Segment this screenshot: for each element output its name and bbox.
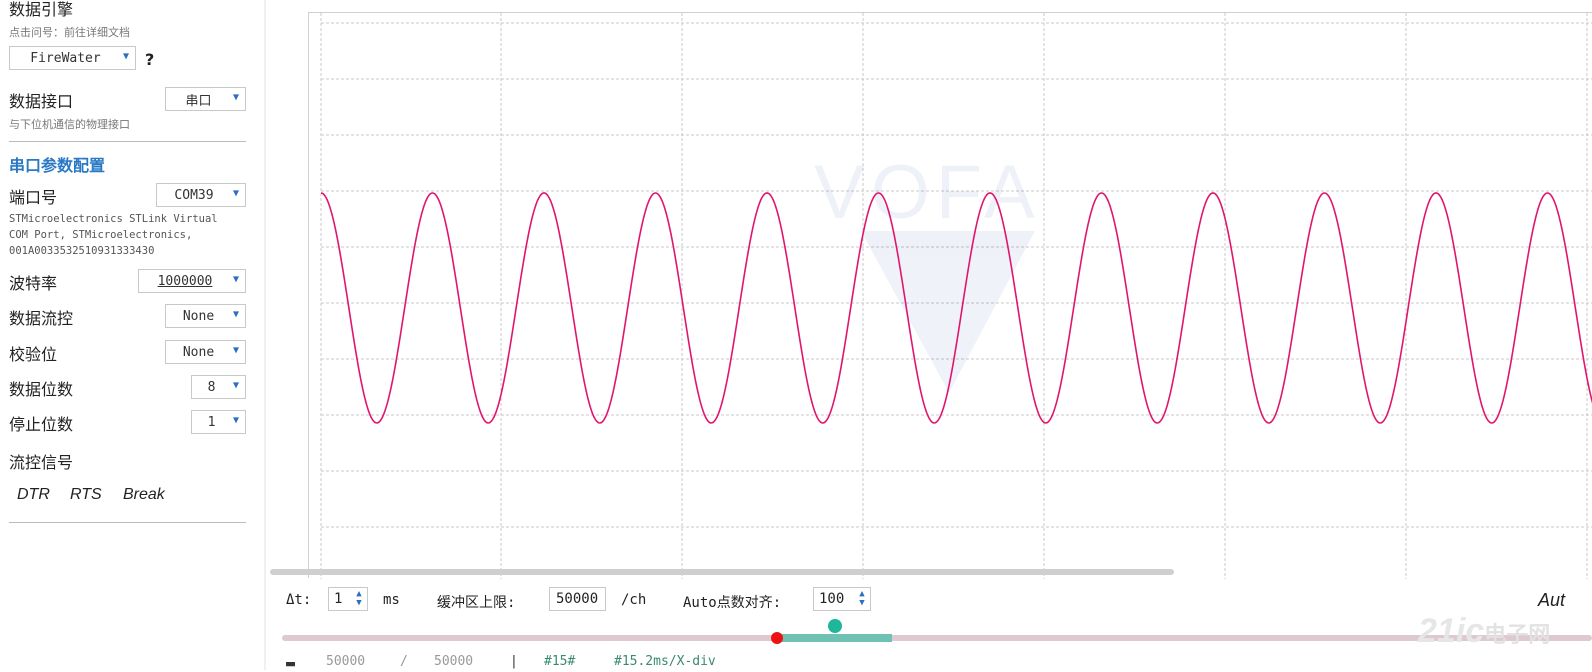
divider <box>9 141 246 142</box>
stop-bits-select[interactable]: 1 ▼ <box>191 410 246 434</box>
dt-value: 1 <box>334 591 343 607</box>
status-sep: / <box>400 654 408 669</box>
divider <box>9 522 246 523</box>
status-total: 50000 <box>434 654 474 669</box>
baud-label: 波特率 <box>9 274 58 293</box>
range-slider-track[interactable] <box>282 635 1592 641</box>
spinner-arrows-icon[interactable]: ▲ ▼ <box>856 590 868 608</box>
port-desc-line: COM Port, STMicroelectronics, <box>9 229 193 241</box>
range-end-handle[interactable] <box>828 619 842 633</box>
port-label: 端口号 <box>9 188 58 207</box>
data-bits-select[interactable]: 8 ▼ <box>191 375 246 399</box>
dt-unit: ms <box>383 592 400 608</box>
parity-select[interactable]: None ▼ <box>165 340 246 364</box>
chevron-down-icon: ▼ <box>232 274 239 285</box>
port-select[interactable]: COM39 ▼ <box>156 183 246 207</box>
spinner-arrows-icon[interactable]: ▲ ▼ <box>353 590 365 608</box>
auto-align-label: Auto点数对齐: <box>683 595 782 611</box>
chevron-down-icon: ▼ <box>232 380 239 391</box>
waveform-display[interactable]: VOFA <box>308 12 1592 579</box>
baud-select[interactable]: 1000000 ▼ <box>138 269 246 293</box>
chevron-down-icon: ▼ <box>232 188 239 199</box>
rts-toggle[interactable]: RTS <box>70 486 102 504</box>
chevron-down-icon: ▼ <box>232 415 239 426</box>
waveform-plot: VOFA <box>320 13 1592 579</box>
status-timebase: #15.2ms/X-div <box>614 654 716 669</box>
interface-title: 数据接口 <box>9 92 74 111</box>
interface-select[interactable]: 串口 ▼ <box>165 87 246 111</box>
chevron-down-icon: ▼ <box>232 92 239 103</box>
horizontal-scrollbar[interactable] <box>270 569 1174 575</box>
break-toggle[interactable]: Break <box>123 486 165 504</box>
engine-select-value: FireWater <box>30 50 101 66</box>
status-icon: ▬ <box>286 654 296 672</box>
flow-control-select[interactable]: None ▼ <box>165 304 246 328</box>
port-select-value: COM39 <box>174 187 214 203</box>
dtr-toggle[interactable]: DTR <box>17 486 50 504</box>
port-desc-line: STMicroelectronics STLink Virtual <box>9 213 218 225</box>
auto-button[interactable]: Aut <box>1538 590 1565 611</box>
sidebar-panel: 数据引擎 点击问号：前往详细文档 FireWater ▼ ? 数据接口 与下位机… <box>0 0 262 670</box>
engine-title: 数据引擎 <box>9 0 74 19</box>
flow-control-label: 数据流控 <box>9 309 74 328</box>
range-slider-selection <box>776 634 892 642</box>
stop-bits-label: 停止位数 <box>9 415 74 434</box>
status-divider: | <box>510 654 518 669</box>
engine-select[interactable]: FireWater ▼ <box>9 46 136 70</box>
engine-subtitle: 点击问号：前往详细文档 <box>9 26 130 39</box>
bottom-toolbar: Δt: 1 ▲ ▼ ms 缓冲区上限: 50000 /ch Auto点数对齐: 1… <box>270 578 1592 672</box>
watermark-text: VOFA <box>814 150 1041 235</box>
dt-spinner[interactable]: 1 ▲ ▼ <box>328 587 368 611</box>
interface-subtitle: 与下位机通信的物理接口 <box>9 118 130 131</box>
baud-select-value: 1000000 <box>157 273 213 289</box>
help-icon[interactable]: ? <box>145 50 154 69</box>
auto-align-value: 100 <box>819 591 845 607</box>
port-desc-line: 001A0033532510931333430 <box>9 245 155 257</box>
buffer-unit: /ch <box>621 592 647 608</box>
auto-align-spinner[interactable]: 100 ▲ ▼ <box>813 587 871 611</box>
dt-label: Δt: <box>286 592 312 608</box>
data-bits-label: 数据位数 <box>9 380 74 399</box>
chevron-down-icon: ▼ <box>232 309 239 320</box>
chevron-down-icon: ▼ <box>232 345 239 356</box>
status-channel: #15# <box>544 654 576 669</box>
range-start-handle[interactable] <box>771 632 783 644</box>
site-watermark-cn: 电子网 <box>1484 622 1551 647</box>
serial-config-section: 串口参数配置 <box>9 156 106 175</box>
chevron-down-icon: ▼ <box>122 51 129 62</box>
site-watermark-main: 21ic <box>1418 612 1485 650</box>
vofa-watermark: VOFA <box>814 150 1041 393</box>
status-count: 50000 <box>326 654 366 669</box>
parity-label: 校验位 <box>9 345 58 364</box>
port-description: STMicroelectronics STLink Virtual COM Po… <box>9 211 254 259</box>
site-watermark: 21ic电子网 <box>1418 612 1550 651</box>
flow-signal-label: 流控信号 <box>9 453 74 472</box>
buffer-label: 缓冲区上限: <box>437 595 516 611</box>
panel-divider <box>264 0 266 670</box>
buffer-input[interactable]: 50000 <box>549 587 606 611</box>
